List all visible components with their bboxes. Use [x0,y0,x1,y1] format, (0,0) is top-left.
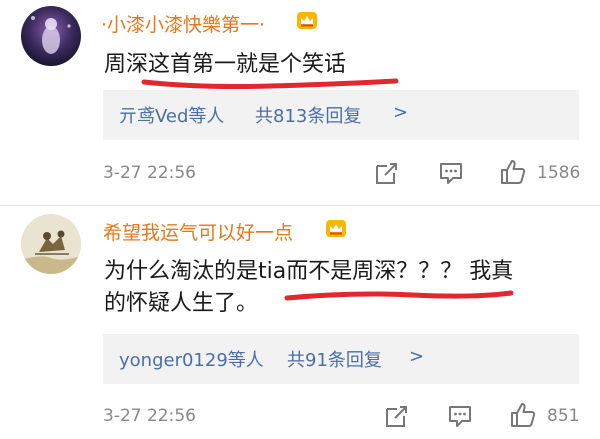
reply-users-link[interactable]: yonger0129等人 [119,346,264,372]
comment-1: ·小漆小漆快樂第一· 周深这首第一就是个笑话 亓鸢Ved等人 共813条回复 >… [0,0,600,205]
avatar-image [21,6,81,66]
username[interactable]: ·小漆小漆快樂第一· [101,10,265,37]
reply-summary[interactable]: 亓鸢Ved等人 共813条回复 > [103,90,579,140]
crown-badge-icon [297,12,317,29]
reply-summary[interactable]: yonger0129等人 共91条回复 > [103,334,579,384]
comment-2: 希望我运气可以好一点 为什么淘汰的是tia而不是周深？？？ 我真 的怀疑人生了。… [0,206,600,439]
reply-count-link[interactable]: 共813条回复 [255,102,361,128]
like-icon[interactable] [509,401,537,429]
reply-users-link[interactable]: 亓鸢Ved等人 [119,102,224,128]
comment-icon[interactable] [438,160,464,186]
avatar[interactable] [21,6,81,66]
like-count: 851 [547,406,580,426]
avatar[interactable] [21,214,81,274]
comment-icon[interactable] [447,403,473,429]
username[interactable]: 希望我运气可以好一点 [103,218,293,245]
timestamp: 3-27 22:56 [103,406,196,426]
share-icon[interactable] [374,160,400,186]
timestamp: 3-27 22:56 [103,163,196,183]
avatar-image [21,214,81,274]
crown-badge-icon [326,220,346,237]
comment-text-line: 为什么淘汰的是tia而不是周深？？？ 我真 [104,259,514,284]
underline-annotation [284,290,514,301]
like-icon[interactable] [499,158,527,186]
chevron-right-icon: > [393,102,409,123]
reply-count-link[interactable]: 共91条回复 [287,346,382,372]
like-count: 1586 [537,163,581,183]
chevron-right-icon: > [409,346,425,367]
share-icon[interactable] [384,403,410,429]
